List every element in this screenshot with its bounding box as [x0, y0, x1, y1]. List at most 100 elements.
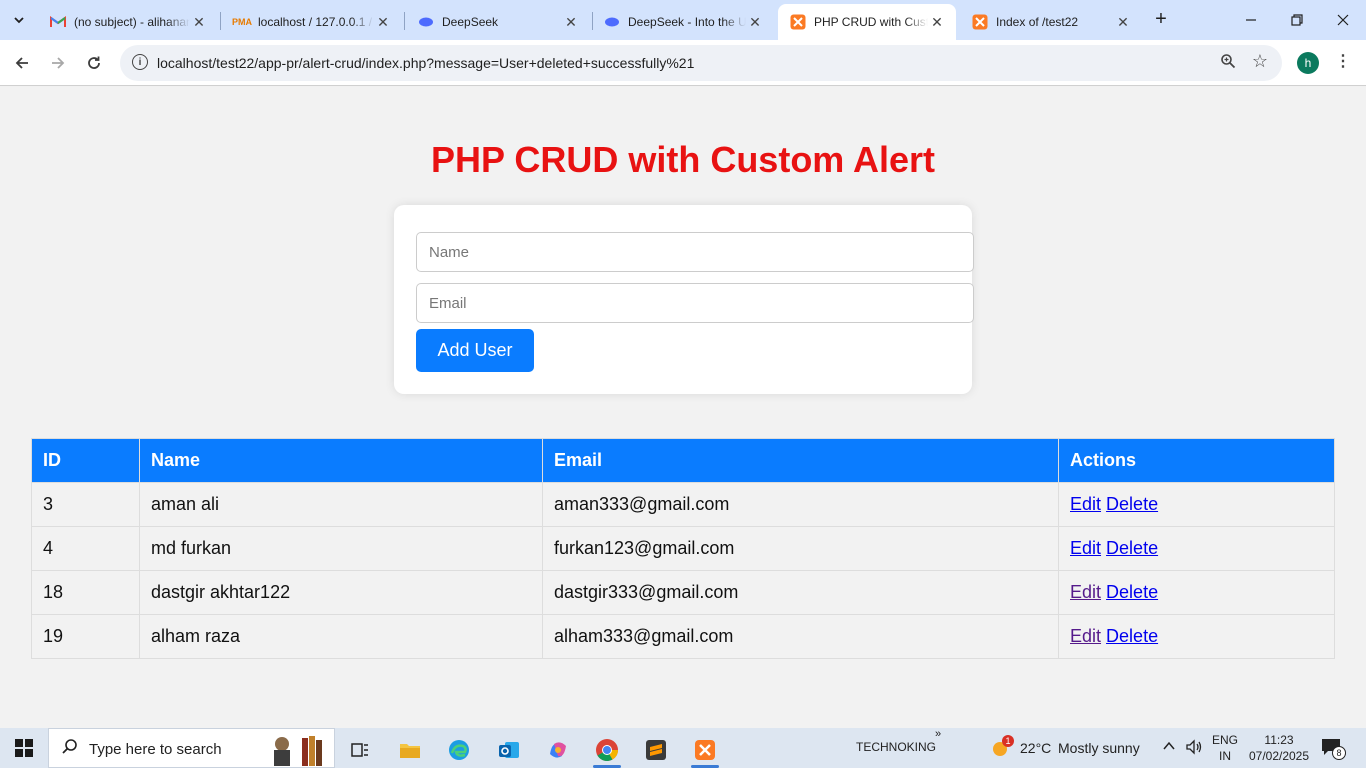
table-row: 4 md furkan furkan123@gmail.com Edit Del…	[31, 526, 1335, 571]
delete-link[interactable]: Delete	[1106, 538, 1158, 558]
task-view-icon	[351, 743, 368, 757]
minimize-button[interactable]	[1228, 0, 1274, 40]
url-text[interactable]: localhost/test22/app-pr/alert-crud/index…	[157, 55, 694, 71]
windows-logo-icon	[15, 739, 33, 757]
gmail-icon	[50, 14, 66, 30]
close-window-button[interactable]	[1320, 0, 1366, 40]
tab-title: localhost / 127.0.0.1 /	[258, 15, 373, 29]
weather-temperature: 22°C	[1020, 740, 1052, 756]
xampp-button[interactable]	[685, 732, 725, 768]
edge-button[interactable]	[439, 732, 479, 768]
edge-icon	[449, 740, 469, 760]
search-highlight-illustration-icon	[274, 736, 322, 766]
tab-deepseek[interactable]: DeepSeek ✕	[406, 4, 590, 40]
cell-actions: Edit Delete	[1058, 482, 1335, 527]
browser-menu-icon[interactable]: ⋮	[1334, 52, 1352, 74]
tab-phpmyadmin[interactable]: PMA localhost / 127.0.0.1 / ✕	[222, 4, 402, 40]
chrome-icon	[596, 739, 618, 761]
reload-button[interactable]	[81, 50, 107, 76]
tab-title: DeepSeek	[442, 15, 499, 29]
delete-link[interactable]: Delete	[1106, 494, 1158, 514]
page-title: PHP CRUD with Custom Alert	[430, 139, 936, 180]
cell-actions: Edit Delete	[1058, 526, 1335, 571]
close-tab-icon[interactable]: ✕	[374, 14, 392, 31]
cell-id: 4	[31, 526, 140, 571]
chevron-up-icon[interactable]	[1162, 739, 1176, 756]
page-content: PHP CRUD with Custom Alert Add User ID N…	[0, 87, 1366, 728]
xampp-icon	[695, 740, 715, 760]
back-button[interactable]	[9, 50, 35, 76]
table-row: 18 dastgir akhtar122 dastgir333@gmail.co…	[31, 570, 1335, 615]
chrome-button[interactable]	[587, 732, 627, 768]
task-view-button[interactable]	[340, 732, 380, 768]
bookmark-star-icon[interactable]: ☆	[1252, 51, 1268, 72]
close-tab-icon[interactable]: ✕	[746, 14, 764, 31]
delete-link[interactable]: Delete	[1106, 626, 1158, 646]
cell-email: aman333@gmail.com	[542, 482, 1059, 527]
weather-widget[interactable]: 1 22°C Mostly sunny	[988, 728, 1148, 768]
forward-button[interactable]	[45, 50, 71, 76]
edit-link[interactable]: Edit	[1070, 582, 1101, 602]
delete-link[interactable]: Delete	[1106, 582, 1158, 602]
edit-link[interactable]: Edit	[1070, 626, 1101, 646]
tab-index-test22[interactable]: Index of /test22 ✕	[960, 4, 1142, 40]
speaker-icon[interactable]	[1185, 739, 1203, 758]
restore-button[interactable]	[1274, 0, 1320, 40]
copilot-button[interactable]	[538, 732, 578, 768]
close-tab-icon[interactable]: ✕	[928, 14, 946, 31]
edit-link[interactable]: Edit	[1070, 538, 1101, 558]
tab-separator	[404, 12, 405, 30]
deepseek-icon	[604, 14, 620, 30]
start-button[interactable]	[0, 728, 48, 768]
language-code: ENG	[1211, 733, 1238, 747]
tab-title: Index of /test22	[996, 15, 1079, 29]
column-header-actions: Actions	[1058, 438, 1335, 483]
close-tab-icon[interactable]: ✕	[562, 14, 580, 31]
cell-actions: Edit Delete	[1058, 570, 1335, 615]
tab-strip: (no subject) - alihanan ✕ PMA localhost …	[0, 0, 1366, 40]
notifications-button[interactable]: 8	[1320, 737, 1350, 761]
tab-title: (no subject) - alihanan	[74, 15, 190, 29]
site-info-icon[interactable]: i	[132, 54, 148, 70]
file-explorer-button[interactable]	[390, 732, 430, 768]
cell-name: md furkan	[139, 526, 543, 571]
tab-deepseek-2[interactable]: DeepSeek - Into the Unknown ✕	[592, 4, 774, 40]
users-table: ID Name Email Actions 3 aman ali aman333…	[31, 438, 1335, 659]
column-header-email: Email	[542, 438, 1059, 483]
sublime-text-icon	[646, 740, 666, 760]
close-tab-icon[interactable]: ✕	[190, 14, 208, 31]
cell-name: alham raza	[139, 614, 543, 659]
table-row: 19 alham raza alham333@gmail.com Edit De…	[31, 614, 1335, 659]
search-placeholder: Type here to search	[89, 741, 222, 758]
language-indicator[interactable]: ENG IN	[1210, 732, 1240, 766]
clock[interactable]: 11:23 07/02/2025	[1246, 732, 1312, 766]
tab-search-button[interactable]	[6, 8, 32, 32]
taskbar-search-box[interactable]: Type here to search	[48, 728, 335, 768]
close-icon	[1337, 14, 1349, 26]
chevron-double-right-icon[interactable]: »	[935, 728, 941, 740]
xampp-icon	[972, 14, 988, 30]
copilot-icon	[550, 742, 566, 758]
tab-title: PHP CRUD with Custom Alert	[814, 15, 928, 29]
restore-icon	[1291, 14, 1303, 26]
email-input[interactable]	[416, 283, 974, 323]
tab-php-crud[interactable]: PHP CRUD with Custom Alert ✕	[778, 4, 956, 40]
add-user-button[interactable]: Add User	[416, 329, 534, 372]
tab-gmail[interactable]: (no subject) - alihanan ✕	[38, 4, 218, 40]
edit-link[interactable]: Edit	[1070, 494, 1101, 514]
cell-id: 18	[31, 570, 140, 615]
name-input[interactable]	[416, 232, 974, 272]
profile-avatar[interactable]: h	[1297, 52, 1319, 74]
outlook-button[interactable]	[489, 732, 529, 768]
weather-description: Mostly sunny	[1058, 740, 1140, 756]
new-tab-button[interactable]: +	[1150, 8, 1172, 32]
close-tab-icon[interactable]: ✕	[1114, 14, 1132, 31]
address-bar[interactable]: i localhost/test22/app-pr/alert-crud/ind…	[120, 45, 1282, 81]
sublime-text-button[interactable]	[636, 732, 676, 768]
cell-id: 3	[31, 482, 140, 527]
cell-name: aman ali	[139, 482, 543, 527]
cell-email: dastgir333@gmail.com	[542, 570, 1059, 615]
clock-date: 07/02/2025	[1248, 749, 1310, 763]
zoom-icon[interactable]	[1220, 53, 1236, 74]
tab-title: DeepSeek - Into the Unknown	[628, 15, 746, 29]
